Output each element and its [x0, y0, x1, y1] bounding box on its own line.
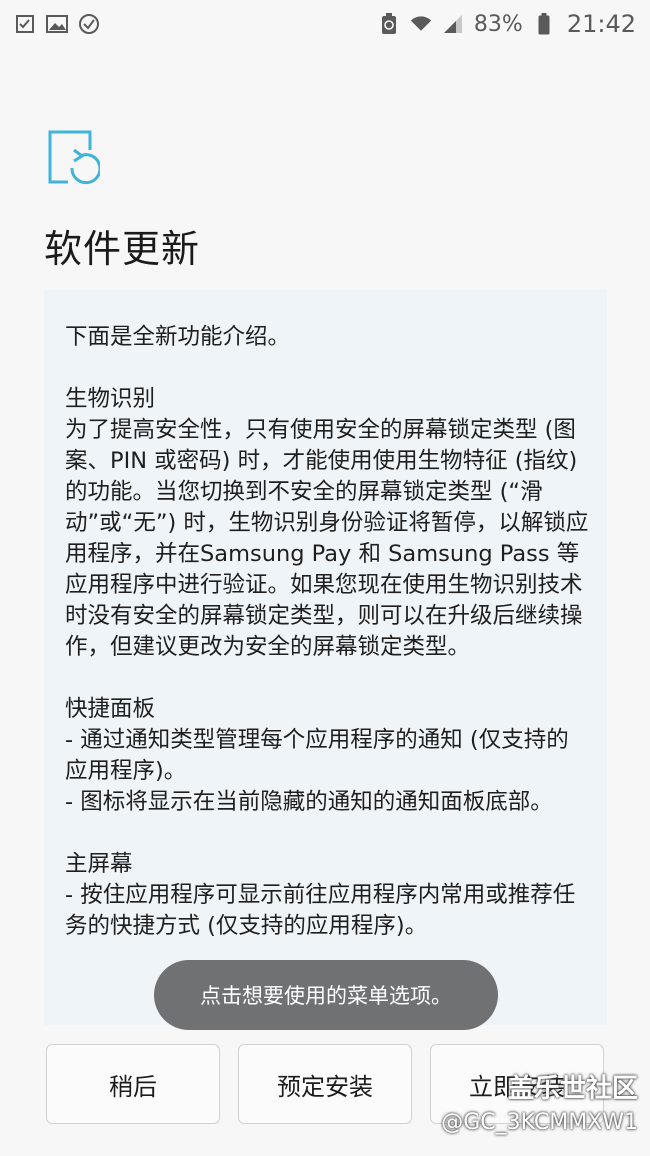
status-right: 83% 21:42	[378, 10, 636, 38]
checklist-icon	[14, 13, 36, 35]
image-icon	[46, 13, 68, 35]
release-notes-panel[interactable]: 和您的个人资料 下面是全新功能介绍。 生物识别 为了提高安全性，只有使用安全的屏…	[44, 290, 607, 1025]
later-button[interactable]: 稍后	[46, 1044, 220, 1124]
watermark-brand: 盖乐世社区	[507, 1074, 638, 1104]
battery-icon	[533, 13, 555, 35]
battery-percent: 83%	[473, 11, 523, 37]
clock: 21:42	[566, 10, 636, 38]
signal-icon	[442, 13, 464, 35]
status-left	[14, 13, 100, 35]
wifi-icon	[410, 13, 432, 35]
check-circle-icon	[78, 13, 100, 35]
software-update-icon	[46, 128, 102, 186]
release-notes-text: 和您的个人资料 下面是全新功能介绍。 生物识别 为了提高安全性，只有使用安全的屏…	[65, 324, 589, 939]
status-bar: 83% 21:42	[0, 0, 650, 48]
watermark-user: @GC_3KCMMXW1	[441, 1110, 638, 1135]
toast-message: 点击想要使用的菜单选项。	[154, 960, 498, 1030]
page-title: 软件更新	[44, 227, 201, 271]
schedule-install-button[interactable]: 预定安装	[238, 1044, 412, 1124]
battery-saver-icon	[378, 13, 400, 35]
